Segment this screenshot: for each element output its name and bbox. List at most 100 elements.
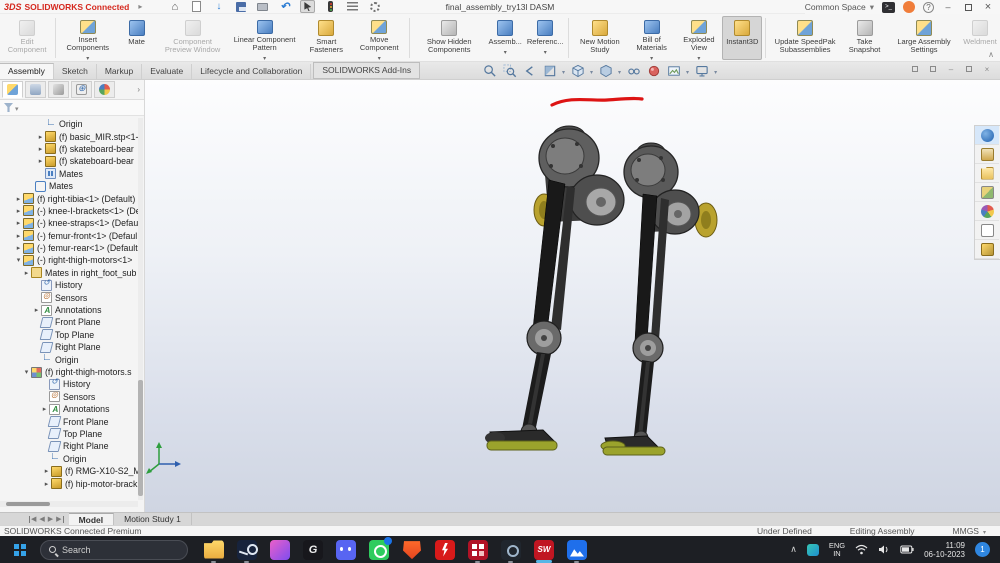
tree-item[interactable]: Origin: [0, 453, 138, 465]
tree-horizontal-scrollbar[interactable]: [0, 501, 138, 507]
expand-arrow-icon[interactable]: [40, 405, 49, 413]
brave-icon[interactable]: [400, 537, 424, 563]
view-settings-icon[interactable]: [694, 63, 709, 78]
ribbon-bill-of-materials-button[interactable]: Bill of Materials: [628, 16, 676, 60]
ribbon-assembly-features-button[interactable]: Assemb...: [485, 16, 525, 60]
first-tab-icon[interactable]: [28, 515, 37, 523]
close-button[interactable]: [982, 1, 994, 13]
expand-arrow-icon[interactable]: [14, 219, 23, 227]
tab-motion-study-1[interactable]: Motion Study 1: [114, 513, 192, 525]
chevron-down-icon[interactable]: [86, 52, 89, 58]
opera-gx-icon[interactable]: [301, 537, 325, 563]
wifi-icon[interactable]: [855, 544, 868, 555]
tree-item[interactable]: (-) femur-front<1> (Defaul: [0, 230, 138, 242]
tab-solidworks-addins[interactable]: SOLIDWORKS Add-Ins: [313, 62, 420, 79]
ribbon-exploded-view-button[interactable]: Exploded View: [676, 16, 723, 60]
tab-displaymanager[interactable]: [94, 81, 115, 98]
3dexperience-console-icon[interactable]: [882, 2, 895, 13]
tree-item[interactable]: Sensors: [0, 391, 138, 403]
collapse-arrow-icon[interactable]: [14, 256, 23, 264]
user-avatar[interactable]: [903, 1, 915, 13]
tree-item[interactable]: Front Plane: [0, 415, 138, 427]
tree-item[interactable]: (f) skateboard-bear: [0, 155, 138, 167]
next-tab-icon[interactable]: [47, 515, 54, 523]
tree-item[interactable]: History: [0, 378, 138, 390]
print-icon[interactable]: [256, 1, 269, 13]
tab-propertymanager[interactable]: [25, 81, 46, 98]
ribbon-reference-geometry-button[interactable]: Referenc...: [525, 16, 565, 60]
restore-document-icon[interactable]: [964, 64, 974, 74]
design-library-icon[interactable]: [975, 145, 999, 164]
expand-arrow-icon[interactable]: [32, 306, 41, 314]
appearances-scenes-icon[interactable]: [975, 202, 999, 221]
steam-icon[interactable]: [235, 537, 259, 563]
ribbon-show-hidden-button[interactable]: Show Hidden Components: [413, 16, 485, 60]
tree-item[interactable]: Top Plane: [0, 428, 138, 440]
ribbon-large-assembly-settings-button[interactable]: Large Assembly Settings: [888, 16, 960, 60]
expand-arrow-icon[interactable]: [14, 195, 23, 203]
minimize-button[interactable]: [942, 1, 954, 13]
previous-tab-icon[interactable]: [38, 515, 45, 523]
expand-arrow-icon[interactable]: [36, 145, 45, 153]
tree-item[interactable]: (-) knee-I-brackets<1> (De: [0, 205, 138, 217]
zoom-to-area-icon[interactable]: [502, 63, 517, 78]
chevron-down-icon[interactable]: [618, 66, 621, 76]
custom-properties-icon[interactable]: [975, 221, 999, 240]
ribbon-smart-fasteners-button[interactable]: Smart Fasteners: [301, 16, 352, 60]
last-tab-icon[interactable]: [55, 515, 64, 523]
chevron-down-icon[interactable]: [504, 46, 507, 52]
undo-icon[interactable]: [278, 1, 291, 13]
ribbon-collapse-icon[interactable]: [988, 50, 994, 59]
expand-arrow-icon[interactable]: [22, 269, 31, 277]
tree-item[interactable]: Mates: [0, 168, 138, 180]
graphics-area[interactable]: [145, 80, 1000, 512]
expand-arrow-icon[interactable]: [36, 133, 45, 141]
tree-item[interactable]: (f) right-tibia<1> (Default): [0, 192, 138, 204]
tree-item[interactable]: Mates in right_foot_sub: [0, 267, 138, 279]
file-explorer-icon[interactable]: [202, 537, 226, 563]
chevron-down-icon[interactable]: [650, 52, 653, 58]
language-switcher[interactable]: ENG IN: [829, 542, 845, 558]
tree-vertical-scrollbar[interactable]: [138, 118, 143, 500]
ribbon-weldment-button[interactable]: Weldment: [960, 16, 1000, 60]
ribbon-component-preview-button[interactable]: Component Preview Window: [157, 16, 229, 60]
tree-filter-row[interactable]: [0, 100, 144, 116]
tab-featuremanager-tree[interactable]: [2, 81, 23, 98]
tree-item[interactable]: Annotations: [0, 304, 138, 316]
workspace-selector[interactable]: Common Space: [805, 2, 874, 13]
hide-show-items-icon[interactable]: [626, 63, 641, 78]
chevron-down-icon[interactable]: [697, 52, 700, 58]
scrollbar-thumb[interactable]: [6, 502, 50, 506]
view-orientation-icon[interactable]: [570, 63, 585, 78]
cascade-window-icon[interactable]: [910, 64, 920, 74]
ribbon-insert-components-button[interactable]: Insert Components: [59, 16, 117, 60]
minimize-document-icon[interactable]: [946, 64, 956, 74]
solidworks-resources-icon[interactable]: [975, 240, 999, 259]
save-icon[interactable]: [234, 1, 247, 13]
edit-appearance-icon[interactable]: [646, 63, 661, 78]
help-icon[interactable]: [923, 2, 934, 13]
game-controller-icon[interactable]: [268, 537, 292, 563]
expand-arrow-icon[interactable]: [14, 244, 23, 252]
ribbon-edit-component-button[interactable]: Edit Component: [2, 16, 52, 60]
tree-item[interactable]: (-) right-thigh-motors<1>: [0, 254, 138, 266]
tree-item[interactable]: (f) hip-motor-brack: [0, 477, 138, 489]
expand-arrow-icon[interactable]: [42, 467, 51, 475]
chevron-down-icon[interactable]: [686, 66, 689, 76]
tree-item[interactable]: (f) skateboard-bear: [0, 143, 138, 155]
tree-item[interactable]: (-) femur-rear<1> (Default: [0, 242, 138, 254]
tile-window-icon[interactable]: [928, 64, 938, 74]
ribbon-instant3d-button[interactable]: Instant3D: [722, 16, 762, 60]
whatsapp-icon[interactable]: [367, 537, 391, 563]
tab-sketch[interactable]: Sketch: [54, 64, 97, 79]
hidden-icons-chevron[interactable]: [790, 544, 797, 555]
volume-icon[interactable]: [878, 544, 890, 555]
brand-expand-icon[interactable]: ▸: [138, 2, 142, 11]
red-grid-app-icon[interactable]: [466, 537, 490, 563]
options-gear-icon[interactable]: [368, 1, 381, 13]
discord-icon[interactable]: [334, 537, 358, 563]
chevron-down-icon[interactable]: [378, 52, 381, 58]
battery-icon[interactable]: [900, 545, 914, 554]
home-icon[interactable]: [168, 1, 181, 13]
expand-arrow-icon[interactable]: [14, 207, 23, 215]
